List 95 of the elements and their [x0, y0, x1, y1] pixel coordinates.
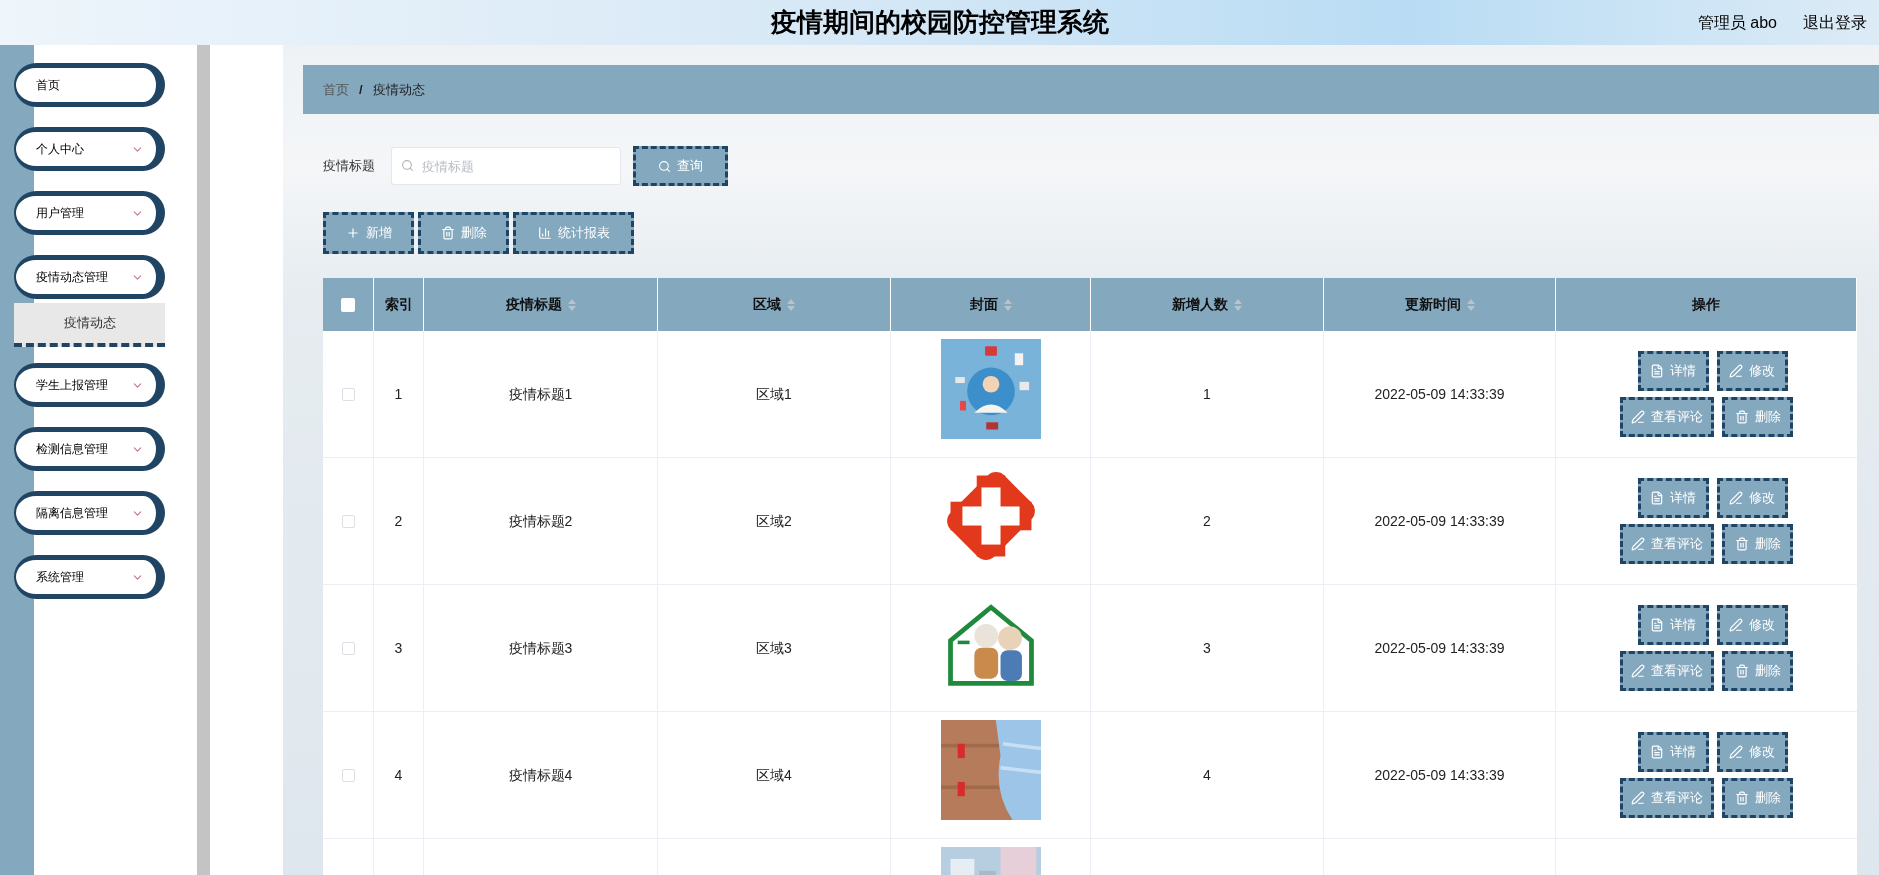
- table-cell-text: 2: [1203, 511, 1211, 531]
- pencil-icon: [1631, 537, 1645, 551]
- table-cell-text: 区域1: [756, 384, 792, 404]
- pencil-icon: [1631, 664, 1645, 678]
- sidebar-item[interactable]: 隔离信息管理: [14, 491, 165, 535]
- trash-icon: [1734, 410, 1749, 424]
- sidebar-subitem[interactable]: 疫情动态: [14, 303, 165, 347]
- document-icon: [1650, 745, 1664, 759]
- table-cell-text: 2022-05-09 14:33:39: [1374, 638, 1505, 658]
- row-action-button[interactable]: 查看评论: [1620, 778, 1714, 818]
- sidebar-item[interactable]: 个人中心: [14, 127, 165, 171]
- row-action-button[interactable]: 修改: [1716, 732, 1788, 772]
- table-cell-text: 区域4: [756, 765, 792, 785]
- row-action-button[interactable]: 详情: [1637, 351, 1709, 391]
- row-checkbox[interactable]: [341, 514, 355, 528]
- breadcrumb-item: 疫情动态: [372, 80, 425, 99]
- table-cell-text: 疫情标题2: [508, 511, 573, 531]
- table-cell-text: 4: [394, 765, 403, 785]
- pencil-icon: [1729, 745, 1743, 759]
- row-action-button[interactable]: 查看评论: [1620, 651, 1714, 691]
- table-cell-text: 区域2: [756, 511, 792, 531]
- row-action-button[interactable]: 修改: [1716, 605, 1788, 645]
- toolbar-button[interactable]: 统计报表: [513, 212, 634, 254]
- plus-icon: [345, 226, 360, 240]
- sort-icon[interactable]: [787, 298, 795, 311]
- table-cell-text: 2: [394, 511, 403, 531]
- row-checkbox[interactable]: [341, 768, 355, 782]
- toolbar-button[interactable]: 删除: [418, 212, 509, 254]
- toolbar-button[interactable]: 新增: [323, 212, 414, 254]
- sidebar-item[interactable]: 系统管理: [14, 555, 165, 599]
- sort-icon[interactable]: [1466, 298, 1475, 311]
- row-action-button[interactable]: 详情: [1637, 605, 1709, 645]
- table-cell-text: 疫情标题1: [508, 384, 573, 404]
- search-icon: [401, 159, 414, 172]
- sidebar-item[interactable]: 学生上报管理: [14, 363, 165, 407]
- trash-icon: [1734, 537, 1749, 551]
- pencil-icon: [1729, 364, 1743, 378]
- breadcrumb-item[interactable]: 首页: [323, 79, 349, 100]
- column-header: 疫情标题: [505, 295, 562, 314]
- row-action-button[interactable]: 修改: [1716, 351, 1788, 391]
- select-all-checkbox[interactable]: [341, 297, 355, 312]
- search-field[interactable]: 疫情标题: [391, 147, 621, 185]
- row-action-button[interactable]: 详情: [1637, 478, 1709, 518]
- document-icon: [1650, 491, 1664, 505]
- search-icon: [658, 159, 671, 173]
- table-cell-text: 2022-05-09 14:33:39: [1374, 384, 1505, 404]
- trash-icon: [1734, 791, 1749, 805]
- search-label: 疫情标题: [323, 157, 376, 176]
- column-header: 操作: [1692, 295, 1720, 314]
- column-header: 封面: [969, 295, 998, 314]
- pencil-icon: [1631, 791, 1645, 805]
- sidebar-item[interactable]: 首页: [14, 63, 165, 107]
- pencil-icon: [1631, 410, 1645, 424]
- table-cell-text: 2022-05-09 14:33:39: [1374, 765, 1505, 785]
- breadcrumb-separator: /: [359, 80, 363, 99]
- row-action-button[interactable]: 修改: [1716, 478, 1788, 518]
- column-header: 新增人数: [1172, 295, 1228, 314]
- row-checkbox[interactable]: [341, 641, 355, 655]
- pencil-icon: [1729, 491, 1743, 505]
- table-cell-text: 4: [1203, 765, 1211, 785]
- trash-icon: [1734, 664, 1749, 678]
- column-header: 区域: [753, 295, 781, 314]
- table-cell-text: 1: [1203, 384, 1211, 404]
- logout-link[interactable]: 退出登录: [1803, 10, 1867, 35]
- table-cell-text: 1: [394, 384, 403, 404]
- table-cell-text: 3: [1203, 638, 1211, 658]
- table-cell-text: 疫情标题4: [508, 765, 573, 785]
- sidebar-item[interactable]: 检测信息管理: [14, 427, 165, 471]
- pencil-icon: [1729, 618, 1743, 632]
- table-cell-text: 3: [394, 638, 403, 658]
- sort-icon[interactable]: [1234, 298, 1242, 311]
- column-header: 索引: [384, 295, 413, 314]
- table-cell-text: 2022-05-09 14:33:39: [1374, 511, 1505, 531]
- row-action-button[interactable]: 删除: [1722, 524, 1793, 564]
- user-name: 管理员 abo: [1697, 12, 1777, 33]
- table-cell-text: 区域3: [756, 638, 792, 658]
- sort-icon[interactable]: [1003, 298, 1012, 311]
- row-action-button[interactable]: 详情: [1637, 732, 1709, 772]
- document-icon: [1650, 618, 1664, 632]
- app-title: 疫情期间的校园防控管理系统: [770, 6, 1109, 39]
- trash-icon: [440, 226, 455, 240]
- bar-chart-icon: [537, 226, 552, 240]
- row-action-button[interactable]: 删除: [1722, 397, 1793, 437]
- document-icon: [1650, 364, 1664, 378]
- row-action-button[interactable]: 删除: [1722, 651, 1793, 691]
- sidebar-item[interactable]: 疫情动态管理: [14, 255, 165, 299]
- sort-icon[interactable]: [567, 298, 576, 311]
- sidebar-item[interactable]: 用户管理: [14, 191, 165, 235]
- column-header: 更新时间: [1404, 295, 1461, 314]
- row-checkbox[interactable]: [341, 387, 355, 401]
- row-action-button[interactable]: 查看评论: [1620, 397, 1714, 437]
- table-cell-text: 疫情标题3: [508, 638, 573, 658]
- row-action-button[interactable]: 删除: [1722, 778, 1793, 818]
- search-button[interactable]: 查询: [633, 146, 728, 186]
- row-action-button[interactable]: 查看评论: [1620, 524, 1714, 564]
